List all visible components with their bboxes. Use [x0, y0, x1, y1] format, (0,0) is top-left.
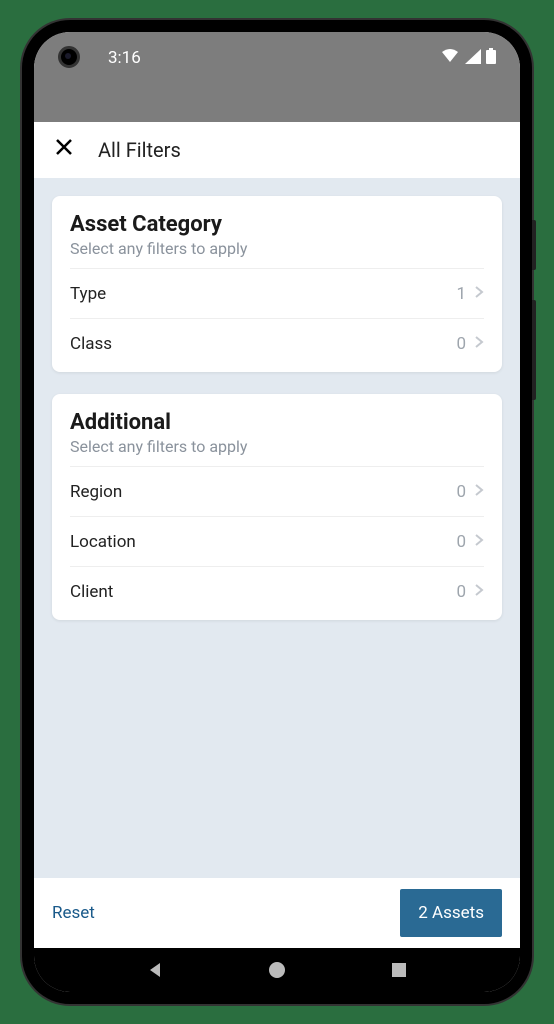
chevron-right-icon — [474, 283, 484, 304]
filter-count: 0 — [456, 482, 466, 502]
phone-side-button — [532, 300, 536, 400]
signal-icon — [464, 48, 482, 64]
bottom-bar: Reset 2 Assets — [34, 878, 520, 948]
filter-label: Class — [70, 334, 112, 354]
chevron-right-icon — [474, 481, 484, 502]
chevron-right-icon — [474, 333, 484, 354]
battery-icon — [486, 48, 496, 64]
additional-card: Additional Select any filters to apply R… — [52, 394, 502, 620]
filter-label: Client — [70, 582, 113, 602]
reset-button[interactable]: Reset — [52, 903, 95, 923]
back-icon[interactable] — [146, 961, 164, 979]
phone-frame: 3:16 All Filters Asset Category Select a… — [22, 20, 532, 1004]
recents-icon[interactable] — [390, 961, 408, 979]
card-title: Additional — [70, 410, 484, 435]
filter-row-class[interactable]: Class 0 — [70, 318, 484, 368]
phone-side-button — [532, 220, 536, 270]
card-subtitle: Select any filters to apply — [70, 437, 484, 456]
chevron-right-icon — [474, 531, 484, 552]
filter-label: Location — [70, 532, 136, 552]
filter-row-client[interactable]: Client 0 — [70, 566, 484, 616]
assets-button[interactable]: 2 Assets — [400, 889, 502, 937]
android-nav-bar — [34, 948, 520, 992]
asset-category-card: Asset Category Select any filters to app… — [52, 196, 502, 372]
filter-count: 0 — [456, 532, 466, 552]
home-icon[interactable] — [268, 961, 286, 979]
status-icons — [440, 48, 496, 64]
filter-count: 1 — [456, 284, 466, 304]
filter-label: Region — [70, 482, 122, 502]
phone-screen: 3:16 All Filters Asset Category Select a… — [34, 32, 520, 992]
filter-count: 0 — [456, 334, 466, 354]
chevron-right-icon — [474, 581, 484, 602]
filter-row-region[interactable]: Region 0 — [70, 466, 484, 516]
card-title: Asset Category — [70, 212, 484, 237]
card-subtitle: Select any filters to apply — [70, 239, 484, 258]
filter-row-type[interactable]: Type 1 — [70, 268, 484, 318]
content-area: Asset Category Select any filters to app… — [34, 178, 520, 878]
filter-label: Type — [70, 284, 106, 304]
wifi-icon — [440, 48, 460, 64]
status-bar: 3:16 — [34, 32, 520, 122]
page-title: All Filters — [98, 138, 181, 162]
filter-count: 0 — [456, 582, 466, 602]
clock-time: 3:16 — [108, 48, 141, 68]
app-header: All Filters — [34, 122, 520, 178]
filter-row-location[interactable]: Location 0 — [70, 516, 484, 566]
close-icon[interactable] — [54, 137, 74, 163]
phone-camera — [58, 46, 80, 68]
